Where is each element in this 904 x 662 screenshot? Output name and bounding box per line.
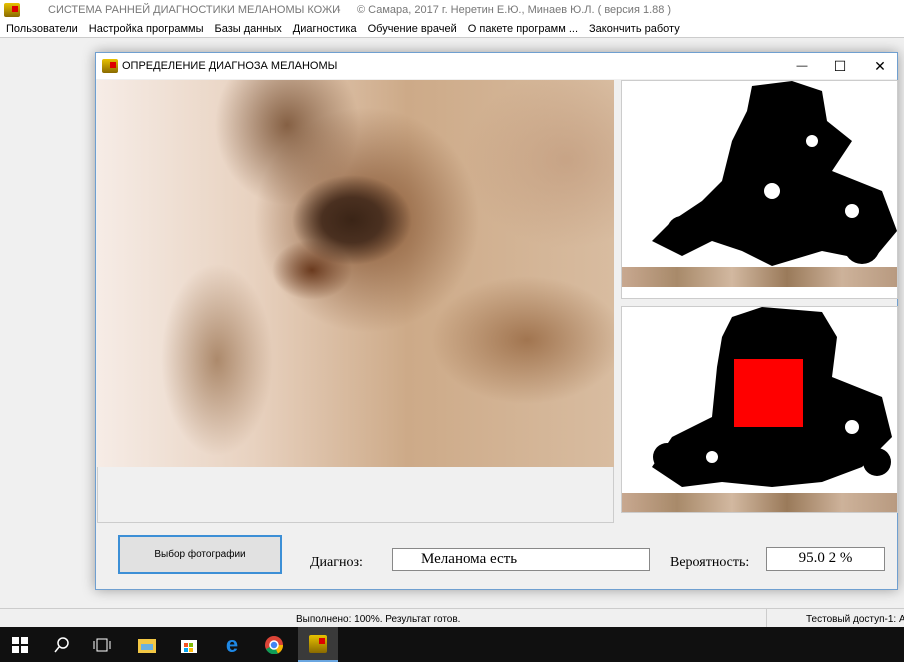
menu-users[interactable]: Пользователи: [6, 23, 78, 35]
window-icon: [102, 59, 118, 73]
edge-icon[interactable]: e: [212, 627, 252, 662]
windows-start-icon[interactable]: [0, 627, 40, 662]
menu-settings[interactable]: Настройка программы: [89, 23, 204, 35]
taskbar: e: [0, 627, 904, 662]
probability-label: Вероятность:: [670, 555, 750, 570]
mask-shape: [652, 81, 897, 266]
photo-area: [97, 467, 614, 523]
status-access: Тестовый доступ-1: А: [806, 614, 904, 625]
status-progress: Выполнено: 100%. Результат готов.: [296, 614, 461, 625]
select-photo-button[interactable]: Выбор фотографии: [118, 535, 282, 574]
app-copyright: © Самара, 2017 г. Неретин Е.Ю., Минаев Ю…: [357, 4, 672, 16]
chrome-icon[interactable]: [254, 627, 294, 662]
diagnosis-field: Меланома есть: [392, 548, 650, 571]
task-view-icon[interactable]: [82, 627, 122, 662]
title-separator: -: [337, 4, 341, 16]
menu-about[interactable]: О пакете программ ...: [468, 23, 578, 35]
app-icon: [4, 3, 20, 17]
status-divider: [766, 609, 767, 628]
minimize-button[interactable]: —: [792, 57, 812, 75]
lesion-marker: [734, 359, 803, 427]
status-bar: Выполнено: 100%. Результат готов. Тестов…: [0, 608, 904, 628]
photo-strip: [622, 493, 897, 512]
close-button[interactable]: ✕: [870, 57, 890, 75]
diagnosis-window: ОПРЕДЕЛЕНИЕ ДИАГНОЗА МЕЛАНОМЫ — ☐ ✕ Выбо…: [95, 52, 898, 590]
file-explorer-icon[interactable]: [127, 627, 167, 662]
menu-exit[interactable]: Закончить работу: [589, 23, 680, 35]
probability-field: 95.0 2 %: [766, 547, 885, 571]
menu-databases[interactable]: Базы данных: [214, 23, 281, 35]
photo-strip: [622, 267, 897, 287]
app-title: СИСТЕМА РАННЕЙ ДИАГНОСТИКИ МЕЛАНОМЫ КОЖИ: [48, 4, 341, 16]
app-title-bar: СИСТЕМА РАННЕЙ ДИАГНОСТИКИ МЕЛАНОМЫ КОЖИ…: [0, 0, 904, 20]
detection-mask-image: [621, 306, 898, 513]
menu-bar: Пользователи Настройка программы Базы да…: [0, 20, 904, 38]
melanoma-app-taskbar-icon[interactable]: [298, 627, 338, 662]
maximize-button[interactable]: ☐: [830, 57, 850, 75]
window-title: ОПРЕДЕЛЕНИЕ ДИАГНОЗА МЕЛАНОМЫ: [122, 60, 338, 72]
segmentation-mask-image: [621, 80, 898, 299]
window-title-bar[interactable]: ОПРЕДЕЛЕНИЕ ДИАГНОЗА МЕЛАНОМЫ — ☐ ✕: [96, 53, 897, 79]
store-icon[interactable]: [169, 627, 209, 662]
diagnosis-label: Диагноз:: [310, 555, 363, 570]
menu-training[interactable]: Обучение врачей: [368, 23, 457, 35]
search-icon[interactable]: [42, 627, 82, 662]
menu-diagnostics[interactable]: Диагностика: [293, 23, 357, 35]
dermoscopy-photo: [97, 80, 614, 467]
